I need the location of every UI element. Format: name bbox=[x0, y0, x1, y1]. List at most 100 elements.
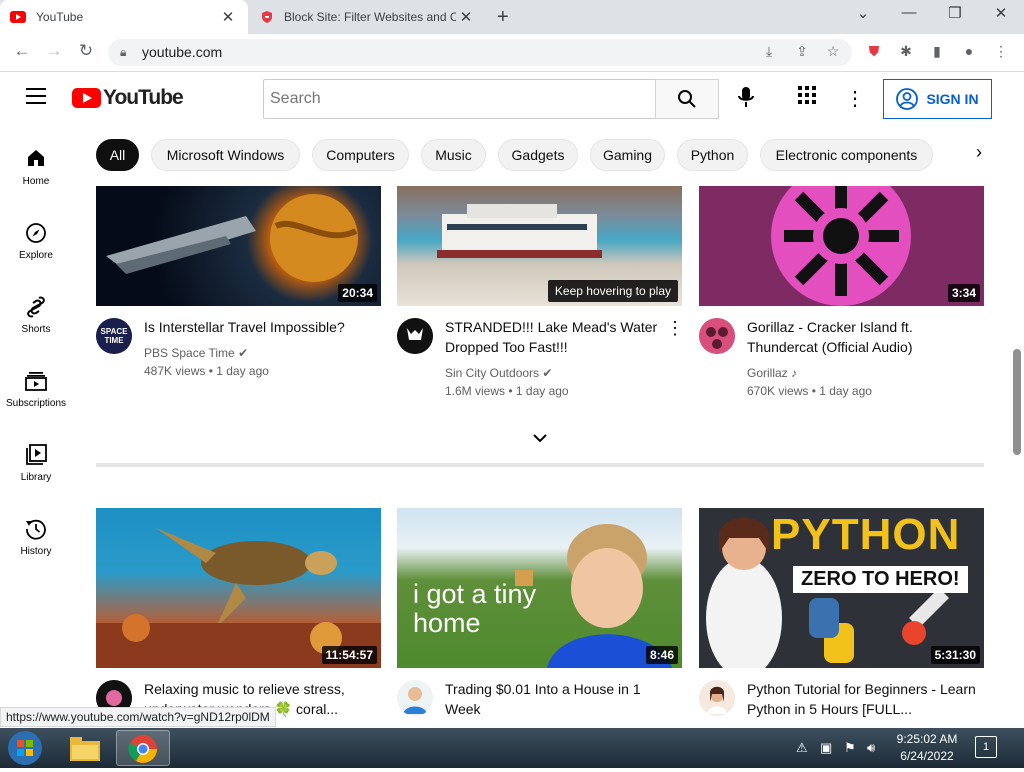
sidebar-item-shorts[interactable]: Shorts bbox=[0, 296, 72, 335]
side-panel-icon[interactable]: ▮ bbox=[926, 43, 948, 60]
sidebar-item-home[interactable]: Home bbox=[0, 148, 72, 187]
close-window-icon[interactable]: ✕ bbox=[985, 4, 1017, 22]
tab-block-site[interactable]: Block Site: Filter Websites and Co ✕ bbox=[250, 0, 486, 34]
chrome-icon bbox=[128, 735, 157, 763]
chrome-taskbar-button[interactable] bbox=[116, 730, 170, 766]
history-icon bbox=[0, 518, 72, 544]
youtube-logo-text[interactable]: YouTube bbox=[103, 86, 184, 110]
channel-avatar[interactable] bbox=[699, 680, 735, 716]
tab-youtube[interactable]: YouTube ✕ bbox=[0, 0, 248, 34]
video-title[interactable]: Gorillaz - Cracker Island ft. Thundercat… bbox=[747, 317, 982, 357]
chip-music[interactable]: Music bbox=[421, 139, 486, 171]
tray-volume-icon[interactable]: 🔊︎ bbox=[867, 740, 875, 756]
channel-name[interactable]: Gorillaz ♪ bbox=[747, 364, 797, 382]
tab-search-icon[interactable]: ⌄ bbox=[847, 4, 879, 22]
chip-gaming[interactable]: Gaming bbox=[590, 139, 665, 171]
chevron-right-icon[interactable]: › bbox=[965, 142, 993, 163]
new-tab-icon[interactable]: + bbox=[497, 6, 509, 29]
sidebar-label: Explore bbox=[19, 250, 53, 261]
youtube-favicon-icon bbox=[10, 11, 26, 23]
channel-avatar[interactable] bbox=[397, 680, 433, 716]
video-thumbnail[interactable]: PYTHON ZERO TO HERO! 5:31:30 bbox=[699, 508, 984, 668]
scrollbar-thumb[interactable] bbox=[1013, 349, 1021, 455]
tab-title: YouTube bbox=[36, 10, 84, 24]
install-icon[interactable]: ⤓ bbox=[758, 43, 780, 60]
thumbnail-caption-subtitle: ZERO TO HERO! bbox=[793, 566, 968, 593]
verified-check-icon: ✔ bbox=[238, 346, 249, 360]
chip-python[interactable]: Python bbox=[677, 139, 748, 171]
expand-chevron-down-icon[interactable] bbox=[530, 430, 550, 448]
channel-avatar[interactable] bbox=[699, 318, 735, 354]
sign-in-label: SIGN IN bbox=[926, 91, 979, 107]
video-thumbnail[interactable]: 20:34 bbox=[96, 186, 381, 306]
reload-icon[interactable]: ↻ bbox=[74, 41, 98, 61]
shorts-icon bbox=[0, 296, 72, 322]
chip-electronic-components[interactable]: Electronic components bbox=[760, 139, 933, 171]
chip-computers[interactable]: Computers bbox=[312, 139, 409, 171]
youtube-logo-icon[interactable] bbox=[72, 88, 101, 108]
channel-name[interactable]: Sin City Outdoors ✔ bbox=[445, 364, 552, 382]
back-icon[interactable]: ← bbox=[10, 41, 34, 61]
sidebar-label: Library bbox=[20, 472, 52, 483]
sign-in-button[interactable]: SIGN IN bbox=[883, 79, 992, 119]
apps-grid-icon[interactable] bbox=[794, 86, 820, 110]
video-thumbnail[interactable]: i got a tiny home 8:46 bbox=[397, 508, 682, 668]
taskbar-clock[interactable]: 9:25:02 AM 6/24/2022 bbox=[892, 731, 962, 765]
action-menu-icon[interactable]: ⋮ bbox=[666, 318, 684, 339]
action-center-icon[interactable]: 1 bbox=[975, 736, 997, 758]
thumbnail-caption-title: PYTHON bbox=[771, 510, 961, 559]
sidebar-label: History bbox=[20, 546, 52, 557]
tray-network-icon[interactable]: ⚠︎ bbox=[796, 740, 808, 756]
compass-icon bbox=[0, 222, 72, 248]
extensions-icon[interactable]: ✱ bbox=[895, 43, 917, 60]
channel-name[interactable]: PBS Space Time ✔ bbox=[144, 344, 248, 362]
subscriptions-icon bbox=[0, 370, 72, 396]
block-site-extension-icon[interactable]: ⛊ bbox=[863, 43, 885, 60]
lock-icon[interactable]: 🔒︎ bbox=[120, 45, 126, 60]
minimize-icon[interactable]: — bbox=[893, 4, 925, 21]
sidebar-label: Home bbox=[22, 176, 50, 187]
chip-gadgets[interactable]: Gadgets bbox=[498, 139, 578, 171]
close-tab-icon[interactable]: ✕ bbox=[218, 8, 238, 26]
profile-icon[interactable]: ● bbox=[958, 43, 980, 59]
hamburger-menu-icon[interactable] bbox=[26, 88, 46, 109]
sea-turtle-graphic bbox=[96, 528, 381, 668]
chip-all[interactable]: All bbox=[96, 139, 139, 171]
bookmark-star-icon[interactable]: ☆ bbox=[822, 43, 844, 60]
chip-microsoft-windows[interactable]: Microsoft Windows bbox=[151, 139, 300, 171]
video-title[interactable]: STRANDED!!! Lake Mead's Water Dropped To… bbox=[445, 317, 680, 357]
video-title[interactable]: Is Interstellar Travel Impossible? bbox=[144, 317, 379, 337]
sidebar-item-explore[interactable]: Explore bbox=[0, 222, 72, 261]
settings-more-icon[interactable]: ⋮ bbox=[842, 86, 868, 111]
video-duration: 8:46 bbox=[645, 646, 678, 664]
voice-search-microphone-icon[interactable] bbox=[733, 86, 759, 114]
chrome-menu-icon[interactable]: ⋮ bbox=[990, 43, 1012, 60]
video-thumbnail[interactable]: 3:34 bbox=[699, 186, 984, 306]
url-text[interactable]: youtube.com bbox=[142, 44, 222, 60]
search-button[interactable] bbox=[655, 79, 719, 119]
restore-icon[interactable]: ❐ bbox=[939, 4, 971, 22]
sidebar-item-library[interactable]: Library bbox=[0, 444, 72, 483]
tray-flag-icon[interactable]: ⚑ bbox=[844, 740, 856, 756]
svg-text:SPACE: SPACE bbox=[101, 327, 129, 336]
share-icon[interactable]: ⇪ bbox=[791, 43, 813, 60]
forward-icon[interactable]: → bbox=[42, 41, 66, 61]
video-thumbnail[interactable]: Keep hovering to play bbox=[397, 186, 682, 306]
video-thumbnail[interactable]: 11:54:57 bbox=[96, 508, 381, 668]
thumbnail-caption: i got a tiny home bbox=[413, 579, 537, 638]
sidebar-item-history[interactable]: History bbox=[0, 518, 72, 557]
video-title[interactable]: Python Tutorial for Beginners - Learn Py… bbox=[747, 679, 982, 719]
clock-date: 6/24/2022 bbox=[900, 749, 954, 763]
start-button-icon[interactable] bbox=[6, 730, 44, 771]
file-explorer-icon[interactable] bbox=[68, 733, 102, 768]
account-circle-icon bbox=[896, 88, 919, 110]
close-tab-icon[interactable]: ✕ bbox=[456, 8, 476, 26]
tray-display-icon[interactable]: ▣ bbox=[820, 740, 832, 756]
video-metadata: 487K views • 1 day ago bbox=[144, 364, 269, 378]
channel-avatar[interactable]: SPACE TIME bbox=[96, 318, 132, 354]
channel-avatar[interactable] bbox=[397, 318, 433, 354]
section-divider bbox=[96, 463, 984, 467]
search-input[interactable] bbox=[263, 79, 656, 119]
sidebar-item-subscriptions[interactable]: Subscriptions bbox=[0, 370, 72, 409]
video-title[interactable]: Trading $0.01 Into a House in 1 Week bbox=[445, 679, 680, 719]
